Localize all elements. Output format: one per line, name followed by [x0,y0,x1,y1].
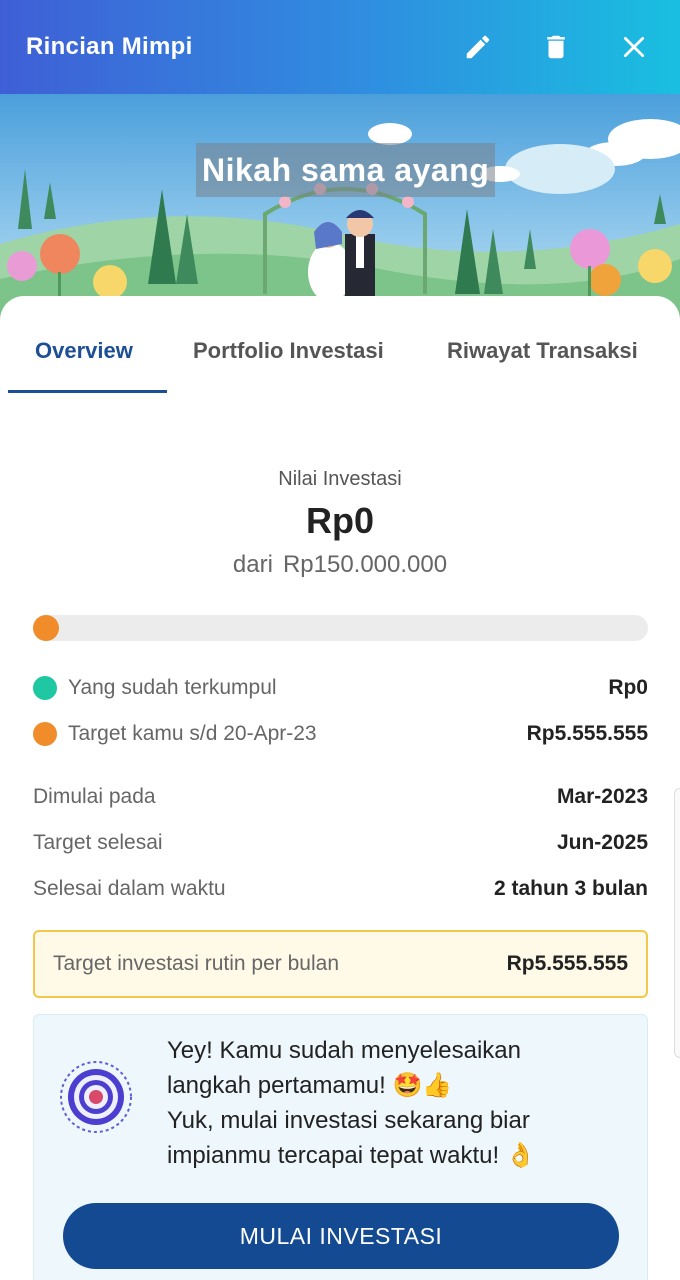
pencil-icon [466,35,490,59]
legend-label: Yang sudah terkumpul [68,676,277,699]
investment-target-prefix: dari [232,551,273,578]
start-investing-button[interactable]: MULAI INVESTASI [63,1203,619,1269]
legend-label: Target kamu s/d 20-Apr-23 [68,722,317,745]
legend-value: Rp0 [608,676,648,699]
app-header: Rincian Mimpi [0,0,680,94]
investment-target-value: Rp150.000.000 [282,551,448,578]
tab-bar: Overview Portfolio Investasi Riwayat Tra… [0,296,680,394]
detail-label: Selesai dalam waktu [33,877,226,900]
legend-row-collected: Yang sudah terkumpul Rp0 [33,676,648,700]
detail-value: Mar-2023 [556,785,648,808]
investment-value: Rp0 [305,500,374,541]
content-card: Overview Portfolio Investasi Riwayat Tra… [0,296,680,1280]
tab-overview[interactable]: Overview [35,338,133,364]
promo-line: Yuk, mulai investasi sekarang biar [167,1107,530,1134]
dream-title: Nikah sama ayang [196,143,496,197]
wedding-illustration [0,94,680,324]
detail-label: Target selesai [33,831,163,854]
monthly-target-value: Rp5.555.555 [506,952,628,975]
detail-row-end: Target selesai Jun-2025 [33,831,648,855]
detail-label: Dimulai pada [33,785,156,808]
legend-dot-green [33,676,57,700]
investment-label: Nilai Investasi [278,468,402,490]
detail-row-start: Dimulai pada Mar-2023 [33,785,648,809]
start-investing-card: Yey! Kamu sudah menyelesaikan langkah pe… [33,1014,648,1280]
promo-line: langkah pertamamu! 🤩👍 [167,1072,453,1099]
legend-row-target: Target kamu s/d 20-Apr-23 Rp5.555.555 [33,722,648,746]
trash-icon [547,35,565,59]
close-icon [623,36,645,58]
progress-fill [33,615,59,641]
legend-value: Rp5.555.555 [526,722,648,745]
dream-banner: Nikah sama ayang [0,94,680,324]
promo-line: impianmu tercapai tepat waktu! 👌 [167,1142,536,1169]
monthly-target-label: Target investasi rutin per bulan [53,952,339,975]
progress-bar [33,615,648,641]
investment-target-line: dari Rp150.000.000 [0,551,680,579]
promo-message: Yey! Kamu sudah menyelesaikan langkah pe… [167,1033,637,1173]
tab-riwayat-transaksi[interactable]: Riwayat Transaksi [447,338,638,364]
target-icon [60,1061,132,1133]
detail-value: 2 tahun 3 bulan [493,877,648,900]
tab-portfolio-investasi[interactable]: Portfolio Investasi [193,338,384,364]
page-title: Rincian Mimpi [26,33,193,60]
edit-button[interactable] [458,27,498,67]
close-button[interactable] [614,27,654,67]
detail-row-duration: Selesai dalam waktu 2 tahun 3 bulan [33,877,648,901]
scroll-indicator[interactable] [674,788,680,1058]
active-tab-indicator [8,390,167,393]
detail-value: Jun-2025 [556,831,648,854]
monthly-target-box: Target investasi rutin per bulan Rp5.555… [33,930,648,998]
delete-button[interactable] [536,27,576,67]
legend-dot-orange [33,722,57,746]
promo-line: Yey! Kamu sudah menyelesaikan [167,1037,521,1064]
